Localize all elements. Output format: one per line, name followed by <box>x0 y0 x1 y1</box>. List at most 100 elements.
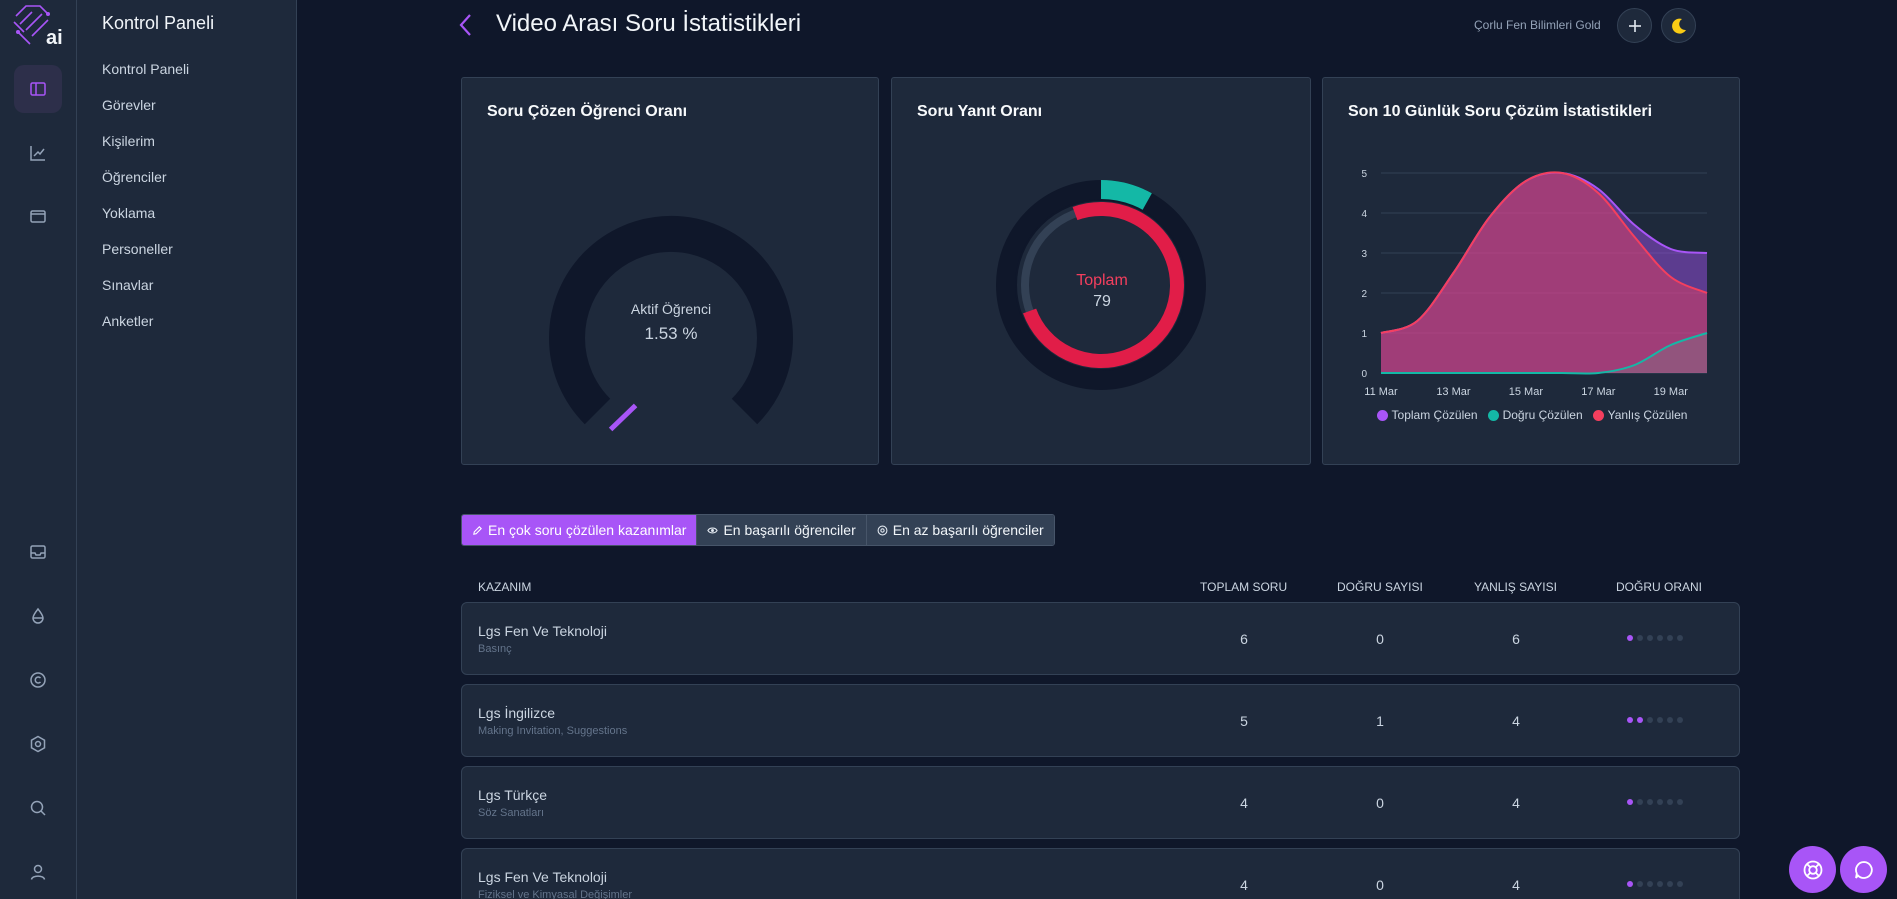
table-row[interactable]: Lgs Fen Ve Teknoloji Fiziksel ve Kimyasal… <box>461 848 1740 899</box>
row-correct: 1 <box>1376 713 1384 729</box>
rating-dot <box>1637 799 1643 805</box>
table-row[interactable]: Lgs Türkçe Söz Sanatları 4 0 4 <box>461 766 1740 839</box>
rating-dot <box>1677 635 1683 641</box>
x-tick-label: 11 Mar <box>1364 386 1398 398</box>
row-ratio-dots <box>1627 717 1683 723</box>
donut-total: 79 <box>1093 293 1111 310</box>
y-tick-label: 0 <box>1361 369 1367 380</box>
row-total: 4 <box>1240 877 1248 893</box>
table-row[interactable]: Lgs Fen Ve Teknoloji Basınç 6 0 6 <box>461 602 1740 675</box>
tab-most-successful[interactable]: En başarılı öğrenciler <box>697 515 867 545</box>
gauge-value: 1.53 % <box>644 324 698 343</box>
rating-dot <box>1667 717 1673 723</box>
rating-dot <box>1637 881 1643 887</box>
panel-icon <box>30 82 46 96</box>
nav-item-ogrenciler[interactable]: Öğrenciler <box>102 169 167 185</box>
legend-item-correct[interactable]: Doğru Çözülen <box>1487 408 1583 422</box>
add-button[interactable] <box>1617 8 1652 43</box>
gauge-track <box>549 215 793 425</box>
target-icon <box>877 525 888 535</box>
rail-wallet-button[interactable] <box>14 192 62 240</box>
legend-item-total[interactable]: Toplam Çözülen <box>1376 408 1478 422</box>
row-ratio-dots <box>1627 881 1683 887</box>
series-area-2 <box>1381 172 1707 373</box>
column-header-kazanim[interactable]: KAZANIM <box>478 580 531 594</box>
rail-chart-button[interactable] <box>14 129 62 177</box>
gauge-label: Aktif Öğrenci <box>630 301 712 317</box>
donut-label: Toplam <box>1076 272 1128 289</box>
rail-settings-button[interactable] <box>14 720 62 768</box>
row-correct: 0 <box>1376 631 1384 647</box>
rail-search-button[interactable] <box>14 784 62 832</box>
rating-dot <box>1677 799 1683 805</box>
y-tick-label: 4 <box>1361 209 1367 220</box>
row-ratio-dots <box>1627 635 1683 641</box>
rating-dot <box>1677 717 1683 723</box>
x-tick-label: 17 Mar <box>1581 386 1616 398</box>
legend-swatch <box>1376 409 1388 421</box>
inbox-icon <box>30 545 46 559</box>
rail-panel-button[interactable] <box>14 65 62 113</box>
column-header-ratio[interactable]: DOĞRU ORANI <box>1616 580 1702 594</box>
row-topic: Fiziksel ve Kimyasal Değişimler <box>478 889 633 899</box>
rating-dot <box>1627 635 1633 641</box>
drop-icon <box>32 607 44 624</box>
back-button[interactable] <box>456 12 476 38</box>
row-topic: Basınç <box>478 643 512 655</box>
tab-label: En başarılı öğrenciler <box>723 522 856 538</box>
legend-swatch <box>1592 409 1604 421</box>
rail-drop-button[interactable] <box>14 592 62 640</box>
rating-dot <box>1647 717 1653 723</box>
rail-inbox-button[interactable] <box>14 528 62 576</box>
y-tick-label: 2 <box>1361 289 1367 300</box>
plus-icon <box>1628 19 1641 32</box>
rating-dot <box>1627 717 1633 723</box>
chart-icon <box>30 146 45 161</box>
brand-logo[interactable]: ai <box>12 4 64 49</box>
help-button[interactable] <box>1789 846 1836 893</box>
tab-label: En çok soru çözülen kazanımlar <box>488 522 687 538</box>
x-tick-label: 13 Mar <box>1436 386 1471 398</box>
nav-item-gorevler[interactable]: Görevler <box>102 97 156 113</box>
row-correct: 0 <box>1376 795 1384 811</box>
nav-item-yoklama[interactable]: Yoklama <box>102 205 155 221</box>
x-tick-label: 19 Mar <box>1654 386 1689 398</box>
legend-label: Doğru Çözülen <box>1502 408 1583 422</box>
chart-legend: Toplam Çözülen Doğru Çözülen Yanlış Çözü… <box>1323 408 1741 422</box>
rating-dot <box>1667 799 1673 805</box>
chat-button[interactable] <box>1840 846 1887 893</box>
theme-toggle-button[interactable] <box>1661 8 1696 43</box>
rail-user-button[interactable] <box>14 848 62 896</box>
chevron-left-icon <box>459 14 471 36</box>
rating-dot <box>1657 799 1663 805</box>
nav-item-kisilerim[interactable]: Kişilerim <box>102 133 155 149</box>
column-header-wrong[interactable]: YANLIŞ SAYISI <box>1474 580 1557 594</box>
rating-dot <box>1647 881 1653 887</box>
page-title: Video Arası Soru İstatistikleri <box>496 10 802 37</box>
nav-item-anketler[interactable]: Anketler <box>102 313 153 329</box>
card-student-ratio: Soru Çözen Öğrenci Oranı Aktif Öğrenci 1… <box>461 77 879 465</box>
nav-item-kontrol-paneli[interactable]: Kontrol Paneli <box>102 61 189 77</box>
svg-text:ai: ai <box>46 27 63 46</box>
y-tick-label: 1 <box>1361 329 1367 340</box>
rail-copyright-button[interactable] <box>14 656 62 704</box>
rating-dot <box>1657 635 1663 641</box>
column-header-correct[interactable]: DOĞRU SAYISI <box>1337 580 1423 594</box>
tab-most-solved[interactable]: En çok soru çözülen kazanımlar <box>462 515 698 545</box>
column-header-total[interactable]: TOPLAM SORU <box>1200 580 1287 594</box>
tab-least-successful[interactable]: En az başarılı öğrenciler <box>866 515 1054 545</box>
card-title: Soru Çözen Öğrenci Oranı <box>487 103 688 120</box>
rating-dot <box>1667 881 1673 887</box>
pencil-icon <box>473 525 482 535</box>
legend-label: Toplam Çözülen <box>1391 408 1478 422</box>
nav-item-personeller[interactable]: Personeller <box>102 241 173 257</box>
gauge-value-arc <box>608 403 638 432</box>
card-daily-stats: Son 10 Günlük Soru Çözüm İstatistikleri … <box>1322 77 1740 465</box>
legend-item-wrong[interactable]: Yanlış Çözülen <box>1592 408 1687 422</box>
rating-dot <box>1667 635 1673 641</box>
card-title: Soru Yanıt Oranı <box>917 103 1043 120</box>
rating-dot <box>1627 881 1633 887</box>
rating-dot <box>1677 881 1683 887</box>
nav-item-sinavlar[interactable]: Sınavlar <box>102 277 153 293</box>
table-row[interactable]: Lgs İngilizce Making Invitation, Suggesti… <box>461 684 1740 757</box>
